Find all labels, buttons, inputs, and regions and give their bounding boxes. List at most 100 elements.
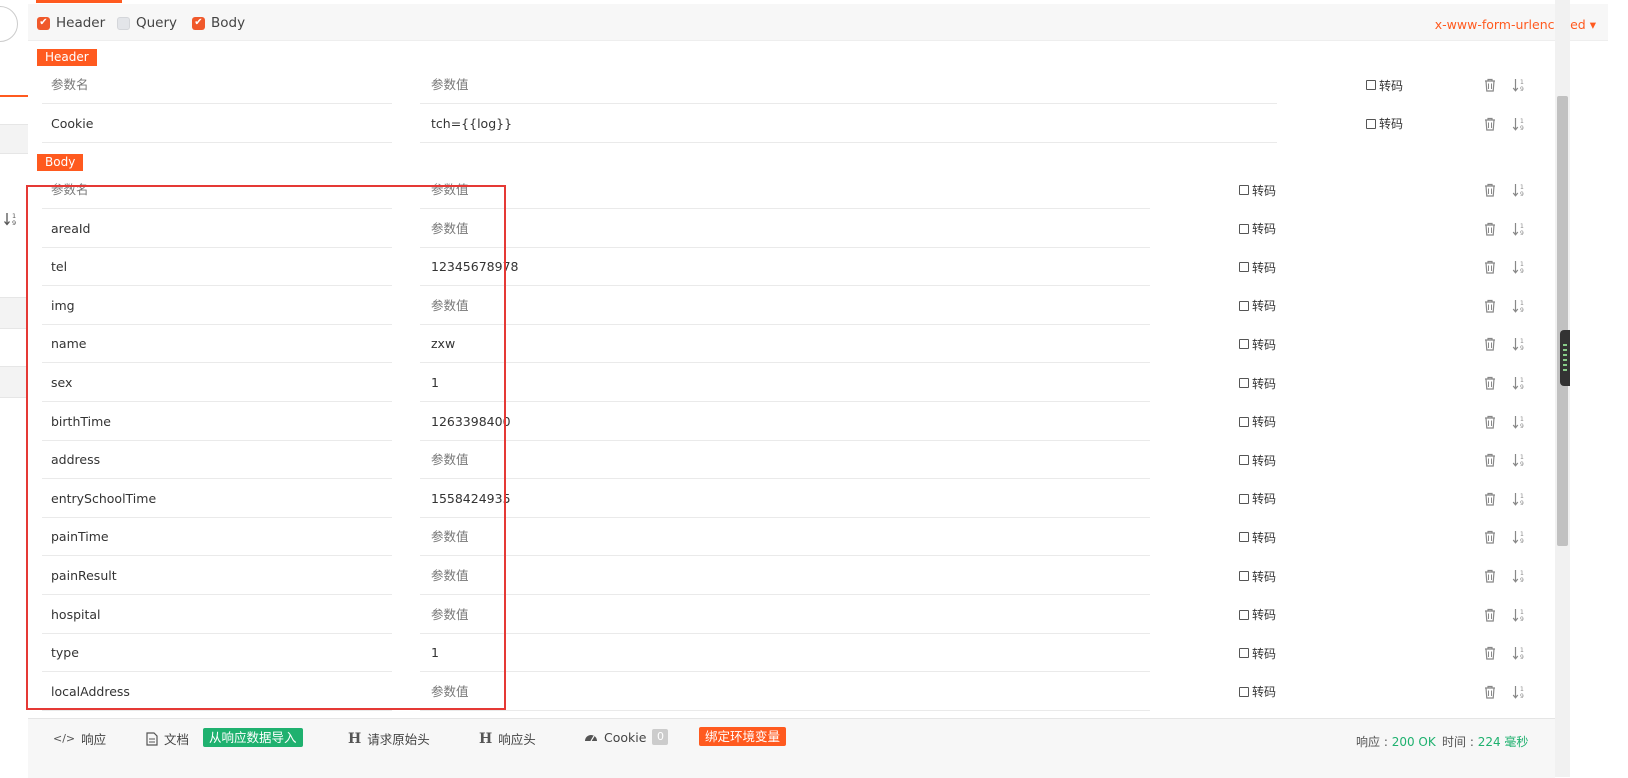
param-value-input[interactable]: 12345678978 <box>420 248 1150 287</box>
encode-checkbox[interactable]: 转码 <box>1239 596 1276 634</box>
param-value-input[interactable]: 1558424935 <box>420 480 1150 518</box>
svg-text:1: 1 <box>1520 570 1524 577</box>
response-tab[interactable]: </> 响应 <box>53 729 106 748</box>
encode-checkbox[interactable]: 转码 <box>1366 66 1403 104</box>
param-value-input[interactable]: 参数值 <box>420 210 1150 248</box>
sort-numeric-icon[interactable]: 19 <box>1512 259 1526 275</box>
trash-icon[interactable] <box>1483 259 1497 275</box>
param-value-input[interactable]: 1 <box>420 634 1150 673</box>
trash-icon[interactable] <box>1483 684 1497 700</box>
side-widget-icon[interactable] <box>1560 330 1570 386</box>
param-name-input[interactable]: entrySchoolTime <box>42 480 392 518</box>
query-checkbox[interactable]: Query <box>117 15 177 31</box>
sort-numeric-icon[interactable]: 19 <box>1512 684 1526 700</box>
trash-icon[interactable] <box>1483 414 1497 430</box>
circle-button-icon[interactable] <box>0 6 18 42</box>
sort-numeric-icon[interactable]: 19 <box>1512 221 1526 237</box>
encode-checkbox[interactable]: 转码 <box>1239 557 1276 595</box>
raw-request-tab[interactable]: H 请求原始头 <box>348 729 430 748</box>
param-value-input[interactable]: zxw <box>420 325 1150 364</box>
sort-numeric-icon[interactable]: 19 <box>1512 375 1526 391</box>
param-name-input[interactable]: type <box>42 634 392 673</box>
encode-checkbox[interactable]: 转码 <box>1239 673 1276 711</box>
param-name-input[interactable]: address <box>42 441 392 480</box>
param-value-input[interactable]: 参数值 <box>420 596 1150 634</box>
param-name-input[interactable]: tel <box>42 248 392 287</box>
encode-checkbox[interactable]: 转码 <box>1239 210 1276 248</box>
sort-numeric-icon[interactable]: 19 <box>1512 336 1526 352</box>
trash-icon[interactable] <box>1483 336 1497 352</box>
trash-icon[interactable] <box>1483 645 1497 661</box>
param-value-input[interactable]: 1 <box>420 364 1150 402</box>
param-value-input[interactable]: 参数值 <box>420 557 1150 595</box>
param-value-input[interactable]: 参数值 <box>420 441 1150 480</box>
param-name-input[interactable]: painResult <box>42 557 392 595</box>
sort-numeric-icon[interactable]: 19 <box>1512 645 1526 661</box>
param-name-input[interactable]: Cookie <box>42 105 392 143</box>
param-name-input[interactable]: painTime <box>42 518 392 557</box>
docs-tab[interactable]: 文档 <box>146 729 189 748</box>
trash-icon[interactable] <box>1483 182 1497 198</box>
param-name-input[interactable]: localAddress <box>42 673 392 711</box>
encode-checkbox[interactable]: 转码 <box>1239 325 1276 363</box>
content-type-dropdown[interactable]: x-www-form-urlencoded ▾ <box>1435 17 1596 32</box>
sort-numeric-icon[interactable]: 19 <box>1512 529 1526 545</box>
param-name-input[interactable]: areaId <box>42 210 392 248</box>
param-value-input[interactable]: 参数值 <box>420 673 1150 711</box>
trash-icon[interactable] <box>1483 221 1497 237</box>
trash-icon[interactable] <box>1483 375 1497 391</box>
header-checkbox[interactable]: ✔ Header <box>37 15 105 31</box>
sort-numeric-icon[interactable]: 19 <box>1512 607 1526 623</box>
param-name-input[interactable]: birthTime <box>42 403 392 441</box>
trash-icon[interactable] <box>1483 116 1497 132</box>
body-checkbox[interactable]: ✔ Body <box>192 15 245 31</box>
encode-checkbox[interactable]: 转码 <box>1366 105 1403 143</box>
svg-text:9: 9 <box>1520 345 1524 352</box>
encode-checkbox[interactable]: 转码 <box>1239 480 1276 518</box>
trash-icon[interactable] <box>1483 529 1497 545</box>
trash-icon[interactable] <box>1483 607 1497 623</box>
response-headers-tab[interactable]: H 响应头 <box>479 729 536 748</box>
param-value-input[interactable]: 参数值 <box>420 518 1150 557</box>
sort-numeric-icon[interactable]: 19 <box>1512 182 1526 198</box>
trash-icon[interactable] <box>1483 298 1497 314</box>
active-tab-underline <box>36 0 122 3</box>
encode-label: 转码 <box>1252 530 1277 545</box>
sort-numeric-icon[interactable]: 19 <box>1512 452 1526 468</box>
encode-checkbox[interactable]: 转码 <box>1239 634 1276 672</box>
encode-checkbox[interactable]: 转码 <box>1239 364 1276 402</box>
sort-numeric-icon[interactable]: 19 <box>1512 298 1526 314</box>
sort-numeric-icon[interactable]: 19 <box>1512 568 1526 584</box>
param-value-input[interactable]: 参数值 <box>420 66 1277 104</box>
param-name-input[interactable]: 参数名 <box>42 171 392 209</box>
sort-numeric-icon[interactable]: 19 <box>1512 491 1526 507</box>
scrollbar-thumb[interactable] <box>1557 96 1568 546</box>
sort-numeric-icon[interactable]: 19 <box>1512 414 1526 430</box>
param-name-input[interactable]: hospital <box>42 596 392 634</box>
sort-numeric-icon[interactable]: 19 <box>3 211 19 230</box>
param-name-input[interactable]: name <box>42 325 392 364</box>
param-value-input[interactable]: 1263398400 <box>420 403 1150 441</box>
param-value-input[interactable]: 参数值 <box>420 171 1150 209</box>
param-value-input[interactable]: 参数值 <box>420 287 1150 325</box>
cookie-tab[interactable]: Cookie 0 <box>584 729 669 745</box>
encode-checkbox[interactable]: 转码 <box>1239 248 1276 286</box>
encode-checkbox[interactable]: 转码 <box>1239 287 1276 325</box>
encode-checkbox[interactable]: 转码 <box>1239 441 1276 479</box>
encode-checkbox[interactable]: 转码 <box>1239 171 1276 209</box>
param-name-input[interactable]: img <box>42 287 392 325</box>
bind-env-variable-button[interactable]: 绑定环境变量 <box>699 727 787 746</box>
trash-icon[interactable] <box>1483 452 1497 468</box>
encode-checkbox[interactable]: 转码 <box>1239 403 1276 441</box>
sort-numeric-icon[interactable]: 19 <box>1512 77 1526 93</box>
trash-icon[interactable] <box>1483 568 1497 584</box>
param-name-input[interactable]: 参数名 <box>42 66 392 104</box>
import-from-response-button[interactable]: 从响应数据导入 <box>203 728 303 747</box>
trash-icon[interactable] <box>1483 491 1497 507</box>
param-name-input[interactable]: sex <box>42 364 392 402</box>
param-value-input[interactable]: tch={{log}} <box>420 105 1277 143</box>
encode-checkbox[interactable]: 转码 <box>1239 518 1276 556</box>
trash-icon[interactable] <box>1483 77 1497 93</box>
vertical-scrollbar[interactable] <box>1555 0 1570 777</box>
sort-numeric-icon[interactable]: 19 <box>1512 116 1526 132</box>
